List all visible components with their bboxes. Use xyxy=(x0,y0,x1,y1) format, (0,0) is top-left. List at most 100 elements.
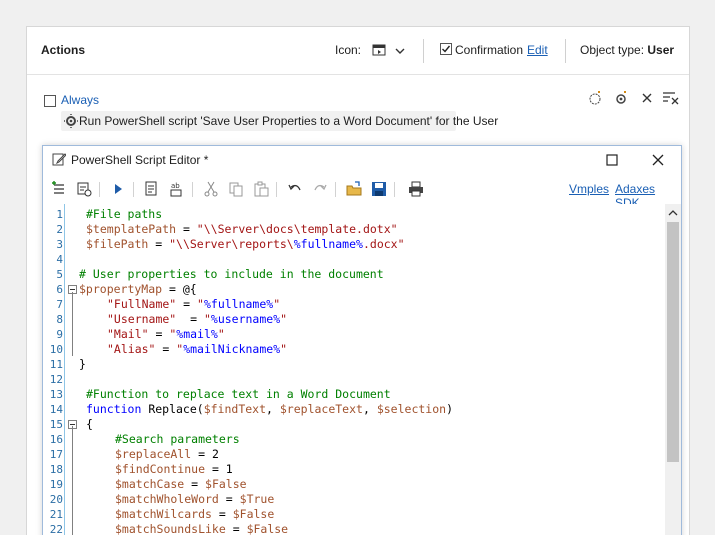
condition-area: Always Run PowerShell script 'Save User … xyxy=(27,77,689,135)
code-text: #Function to replace text in a Word Docu… xyxy=(86,387,391,402)
samples-link[interactable]: Vmples xyxy=(569,182,609,196)
edit-confirmation-link[interactable]: Edit xyxy=(527,43,548,57)
code-token: %mail% xyxy=(176,327,218,341)
maximize-button[interactable] xyxy=(600,150,624,170)
code-token: %username% xyxy=(210,312,281,326)
scrollbar-thumb[interactable] xyxy=(667,222,679,462)
code-editor[interactable]: 1 #File paths 2 $templatePath = "\\Server\d… xyxy=(43,204,664,535)
toolbar-separator xyxy=(335,182,336,197)
undo-button[interactable] xyxy=(286,180,304,198)
close-editor-button[interactable] xyxy=(646,150,670,170)
code-text: $filePath = "\\Server\reports\%fullname%… xyxy=(86,237,405,252)
code-text: $findContinue = 1 xyxy=(115,462,233,477)
line-number: 22 xyxy=(49,523,63,535)
open-file-button[interactable] xyxy=(345,180,363,198)
find-replace-button[interactable]: ab xyxy=(168,180,186,198)
code-token: "Alias" xyxy=(107,342,156,356)
insert-line-button[interactable] xyxy=(50,180,68,198)
icon-picker[interactable] xyxy=(371,41,407,61)
code-line: 22 $matchSoundsLike = $False xyxy=(43,522,664,535)
edit-script-icon xyxy=(52,153,66,166)
code-line: 3 $filePath = "\\Server\reports\%fullname… xyxy=(43,237,664,252)
object-type: Object type: User xyxy=(580,43,674,57)
close-icon[interactable] xyxy=(642,93,652,103)
line-number: 18 xyxy=(49,463,63,476)
line-number: 13 xyxy=(49,388,63,401)
code-token: = xyxy=(176,312,204,326)
paste-icon xyxy=(254,181,269,197)
actions-header: Actions Icon: Confirmation Edit Object t… xyxy=(27,27,689,75)
run-button[interactable] xyxy=(109,180,127,198)
copy-button[interactable] xyxy=(227,180,245,198)
fold-guide xyxy=(72,292,73,356)
print-button[interactable] xyxy=(407,180,425,198)
run-check-button[interactable] xyxy=(75,180,93,198)
open-folder-icon xyxy=(346,181,362,196)
code-token: $propertyMap xyxy=(79,282,163,296)
check-syntax-icon xyxy=(77,182,92,197)
code-line: 19 $matchCase = $False xyxy=(43,477,664,492)
code-line: 2 $templatePath = "\\Server\docs\template… xyxy=(43,222,664,237)
code-token: = xyxy=(225,522,247,535)
code-token: $findContinue xyxy=(115,462,206,476)
code-token: = xyxy=(176,297,198,311)
code-token: $matchSoundsLike xyxy=(115,522,226,535)
code-token: " xyxy=(197,297,204,311)
code-token: { xyxy=(86,417,93,431)
code-token: "Mail" xyxy=(107,327,149,341)
line-number: 3 xyxy=(56,238,63,251)
actions-title: Actions xyxy=(41,43,86,57)
powershell-script-editor: PowerShell Script Editor * ab Vmples Ada… xyxy=(42,145,682,535)
code-token: ) xyxy=(446,402,454,416)
redo-button[interactable] xyxy=(311,180,329,198)
code-token: = 2 xyxy=(191,447,219,461)
code-line: 1 #File paths xyxy=(43,207,664,222)
header-separator xyxy=(423,39,424,63)
code-token: " xyxy=(273,297,281,311)
code-token: "Username" xyxy=(107,312,177,326)
find-replace-icon: ab xyxy=(170,182,182,197)
code-text: $replaceAll = 2 xyxy=(115,447,219,462)
code-text: #File paths xyxy=(86,207,162,222)
code-token: = xyxy=(218,492,240,506)
add-condition-icon[interactable] xyxy=(589,91,601,105)
gear-icon xyxy=(64,114,78,128)
insert-value-button[interactable] xyxy=(143,180,161,198)
code-text: $matchCase = $False xyxy=(115,477,247,492)
object-type-value: User xyxy=(647,43,675,57)
code-text: } xyxy=(79,357,86,372)
vertical-scrollbar[interactable] xyxy=(665,204,681,535)
code-token: $replaceAll xyxy=(115,447,192,461)
object-type-label: Object type: xyxy=(580,43,645,57)
code-line: 6 $propertyMap = @{ xyxy=(43,282,664,297)
cut-button[interactable] xyxy=(202,180,220,198)
always-condition-link[interactable]: Always xyxy=(61,93,99,107)
code-token: $templatePath xyxy=(86,222,177,236)
confirmation-checkbox[interactable] xyxy=(440,43,452,55)
code-token: $findText xyxy=(203,402,267,416)
check-icon xyxy=(442,45,451,53)
scroll-up-icon[interactable] xyxy=(668,209,678,217)
code-token: = xyxy=(148,327,170,341)
code-text: "Mail" = "%mail%" xyxy=(107,327,225,342)
confirmation-label: Confirmation xyxy=(455,43,524,57)
paste-button[interactable] xyxy=(252,180,270,198)
code-line: 21 $matchWilcards = $False xyxy=(43,507,664,522)
code-token: = @{ xyxy=(162,282,197,296)
always-checkbox[interactable] xyxy=(44,95,56,107)
clear-all-icon[interactable] xyxy=(663,92,679,105)
code-token: #File paths xyxy=(86,207,163,221)
line-number: 8 xyxy=(56,313,63,326)
code-token: " xyxy=(280,312,288,326)
code-text: $matchWilcards = $False xyxy=(115,507,274,522)
settings-icon[interactable] xyxy=(616,91,626,104)
code-token: = xyxy=(148,237,170,251)
copy-icon xyxy=(229,182,243,197)
code-line: 18 $findContinue = 1 xyxy=(43,462,664,477)
action-row[interactable]: Run PowerShell script 'Save User Propert… xyxy=(61,111,498,131)
redo-icon xyxy=(314,184,327,191)
save-button[interactable] xyxy=(370,180,388,198)
line-number: 5 xyxy=(56,268,63,281)
code-token: $filePath xyxy=(86,237,149,251)
code-text: "FullName" = "%fullname%" xyxy=(107,297,280,312)
